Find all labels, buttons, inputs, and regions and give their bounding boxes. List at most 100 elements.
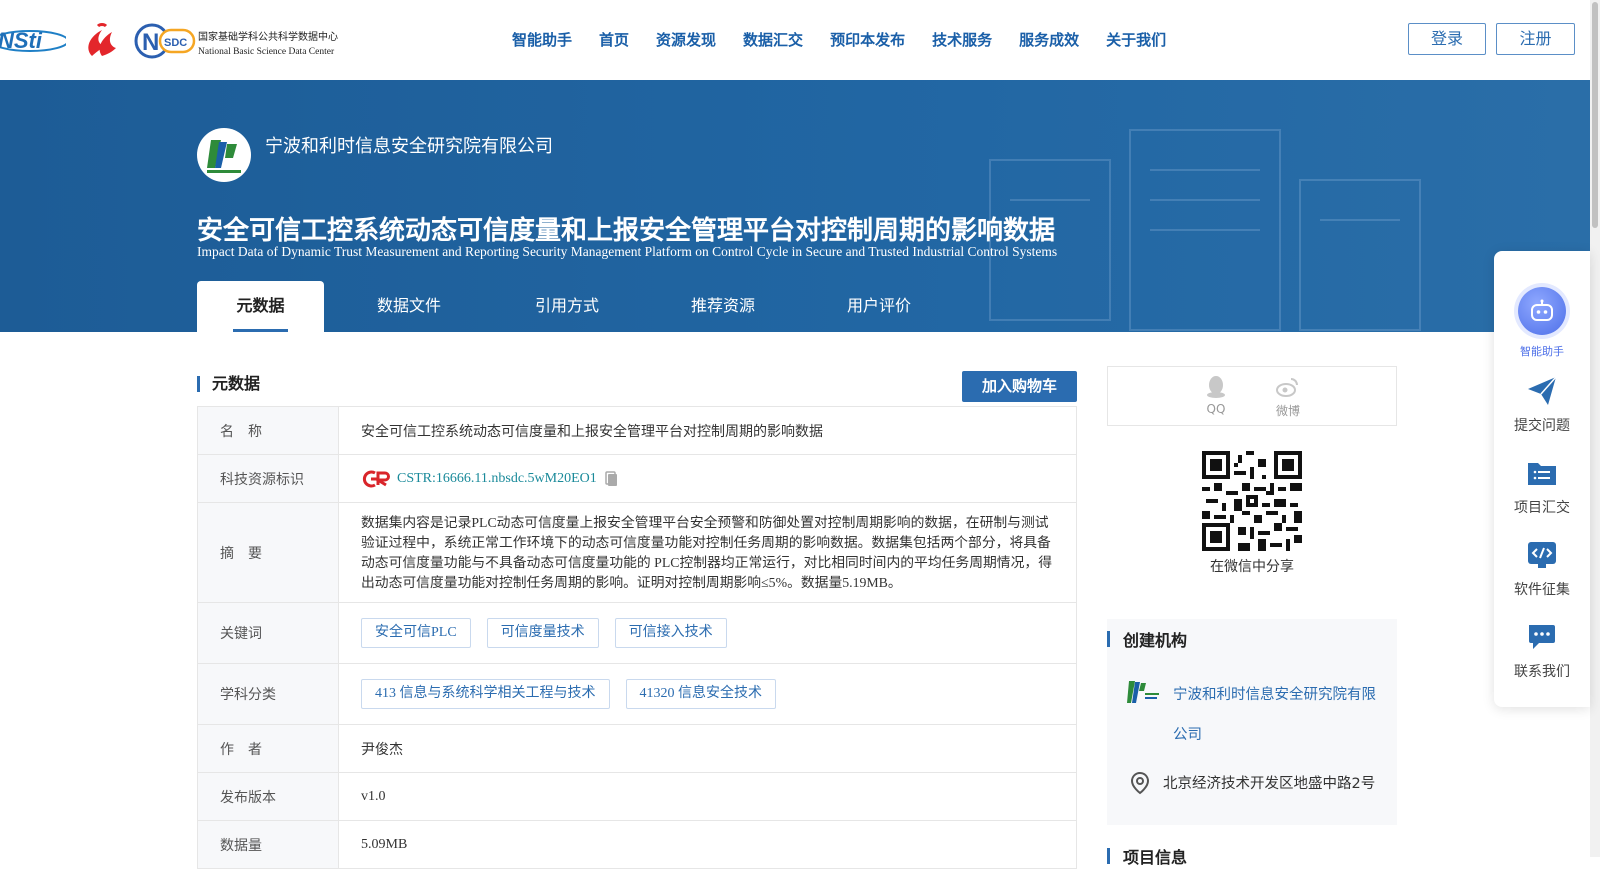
metadata-table: 名 称 安全可信工控系统动态可信度量和上报安全管理平台对控制周期的影响数据 科技…: [197, 406, 1077, 869]
nav-resource-discovery[interactable]: 资源发现: [656, 28, 716, 52]
share-weibo-label: 微博: [1275, 404, 1300, 418]
org-address: 北京经济技术开发区地盛中路2号: [1163, 776, 1376, 792]
keyword-tag[interactable]: 可信度量技术: [486, 618, 599, 648]
row-value-author: 尹俊杰: [361, 742, 403, 758]
nav-tech-service[interactable]: 技术服务: [932, 28, 992, 52]
org-card-title: 创建机构: [1123, 631, 1188, 650]
cstr-link[interactable]: CSTR:16666.11.nbsdc.5wM20EO1: [397, 471, 597, 487]
nav-preprint[interactable]: 预印本发布: [830, 28, 905, 52]
code-icon: [1528, 542, 1556, 568]
row-label-version: 发布版本: [198, 773, 339, 820]
nav-service-results[interactable]: 服务成效: [1019, 28, 1079, 52]
login-button[interactable]: 登录: [1408, 23, 1486, 55]
weibo-icon: [1276, 378, 1298, 397]
paper-plane-icon: [1528, 376, 1557, 405]
table-row: 学科分类 413 信息与系统科学相关工程与技术 41320 信息安全技术: [198, 664, 1076, 725]
nav-about[interactable]: 关于我们: [1106, 28, 1166, 52]
row-value-subject: 413 信息与系统科学相关工程与技术 41320 信息安全技术: [339, 664, 1076, 724]
row-value-cstr: CSTR:16666.11.nbsdc.5wM20EO1: [339, 455, 1076, 502]
org-link[interactable]: 宁波和利时信息安全研究院有限公司: [1173, 675, 1383, 755]
nsdc-cn-text: 国家基础学科公共科学数据中心: [198, 30, 338, 43]
row-label-size: 数据量: [198, 821, 339, 868]
section-accent-bar: [1107, 848, 1110, 864]
table-row: 数据量 5.09MB: [198, 821, 1076, 869]
tab-recommended[interactable]: 推荐资源: [640, 281, 806, 332]
row-value-name: 安全可信工控系统动态可信度量和上报安全管理平台对控制周期的影响数据: [361, 424, 823, 440]
copy-icon[interactable]: [603, 470, 621, 488]
nsdc-badge-text: SDC: [164, 37, 187, 49]
tab-user-reviews[interactable]: 用户评价: [806, 281, 952, 332]
add-to-cart-button[interactable]: 加入购物车: [962, 371, 1077, 402]
top-header: NSti N SDC 国家基础学科公共科学数据中心 National Basic…: [0, 0, 1600, 80]
creator-org-card: 创建机构 宁波和利时信息安全研究院有限公司 北京经济技术开发区地盛中路2号: [1107, 619, 1397, 825]
share-box: QQ 微博: [1107, 366, 1397, 426]
keyword-tag[interactable]: 安全可信PLC: [361, 618, 471, 648]
org-logo: [197, 128, 251, 182]
nsdc-logo[interactable]: N SDC 国家基础学科公共科学数据中心 National Basic Scie…: [134, 22, 350, 60]
main-nav: 智能助手 首页 资源发现 数据汇交 预印本发布 技术服务 服务成效 关于我们: [512, 28, 1193, 52]
tab-metadata[interactable]: 元数据: [197, 281, 324, 332]
nsti-logo[interactable]: NSti: [0, 26, 66, 56]
detail-tabs: 元数据 数据文件 引用方式 推荐资源 用户评价: [197, 281, 952, 332]
dataset-banner: 宁波和利时信息安全研究院有限公司 安全可信工控系统动态可信度量和上报安全管理平台…: [0, 80, 1590, 332]
row-label-subject: 学科分类: [198, 664, 339, 724]
flame-logo[interactable]: [82, 22, 120, 58]
table-row: 发布版本 v1.0: [198, 773, 1076, 821]
section-title: 元数据: [212, 374, 261, 393]
tab-citation[interactable]: 引用方式: [494, 281, 640, 332]
software-collection-label: 软件征集: [1514, 582, 1570, 598]
wechat-qr-code: [1202, 451, 1302, 551]
row-label-keywords: 关键词: [198, 603, 339, 663]
folder-list-icon: [1528, 463, 1556, 485]
project-info-title: 项目信息: [1123, 848, 1188, 867]
ai-assistant-button[interactable]: 智能助手: [1494, 287, 1590, 359]
nav-home[interactable]: 首页: [599, 28, 629, 52]
row-label-name: 名 称: [198, 407, 339, 454]
subject-tag[interactable]: 41320 信息安全技术: [625, 679, 776, 709]
ai-assistant-label: 智能助手: [1520, 345, 1564, 358]
table-row: 关键词 安全可信PLC 可信度量技术 可信接入技术: [198, 603, 1076, 664]
submit-question-label: 提交问题: [1514, 418, 1570, 434]
floating-tool-panel: 智能助手 提交问题 项目汇交 软件征集 联系我们: [1494, 251, 1590, 707]
nsti-logo-text: NSti: [0, 28, 43, 53]
share-qq[interactable]: QQ: [1196, 375, 1236, 416]
row-label-abstract: 摘 要: [198, 503, 339, 602]
project-submission-button[interactable]: 项目汇交: [1494, 457, 1590, 517]
row-value-version: v1.0: [361, 788, 386, 804]
svg-text:N: N: [142, 29, 159, 56]
row-value-abstract: 数据集内容是记录PLC动态可信度量上报安全管理平台安全预警和防御处置对控制周期影…: [361, 514, 1052, 590]
cstr-logo-icon: [362, 470, 390, 487]
location-pin-icon: [1130, 771, 1150, 795]
dataset-title-cn: 安全可信工控系统动态可信度量和上报安全管理平台对控制周期的影响数据: [197, 216, 1056, 246]
submit-question-button[interactable]: 提交问题: [1494, 375, 1590, 435]
row-value-size: 5.09MB: [361, 836, 408, 852]
section-accent-bar: [1107, 631, 1110, 647]
table-row: 作 者 尹俊杰: [198, 725, 1076, 773]
chat-bubble-icon: [1529, 625, 1555, 649]
subject-tag[interactable]: 413 信息与系统科学相关工程与技术: [361, 679, 610, 709]
share-weibo[interactable]: 微博: [1268, 375, 1308, 419]
register-button[interactable]: 注册: [1496, 23, 1575, 55]
table-row: 摘 要 数据集内容是记录PLC动态可信度量上报安全管理平台安全预警和防御处置对控…: [198, 503, 1076, 603]
section-accent-bar: [197, 376, 200, 392]
qr-caption: 在微信中分享: [1210, 559, 1294, 575]
software-collection-button[interactable]: 软件征集: [1494, 539, 1590, 599]
row-label-author: 作 者: [198, 725, 339, 772]
scrollbar-thumb[interactable]: [1592, 2, 1598, 228]
nav-ai-assistant[interactable]: 智能助手: [512, 28, 572, 52]
nav-data-submission[interactable]: 数据汇交: [743, 28, 803, 52]
share-qq-label: QQ: [1206, 402, 1226, 416]
row-value-keywords: 安全可信PLC 可信度量技术 可信接入技术: [339, 603, 1076, 663]
tab-data-files[interactable]: 数据文件: [324, 281, 494, 332]
qq-icon: [1207, 376, 1225, 398]
contact-us-label: 联系我们: [1514, 664, 1570, 680]
project-submission-label: 项目汇交: [1514, 500, 1570, 516]
contact-us-button[interactable]: 联系我们: [1494, 621, 1590, 681]
keyword-tag[interactable]: 可信接入技术: [614, 618, 727, 648]
org-name[interactable]: 宁波和利时信息安全研究院有限公司: [265, 132, 553, 158]
table-row: 名 称 安全可信工控系统动态可信度量和上报安全管理平台对控制周期的影响数据: [198, 407, 1076, 455]
table-row: 科技资源标识 CSTR:16666.11.nbsdc.5wM20EO1: [198, 455, 1076, 503]
nsdc-en-text: National Basic Science Data Center: [198, 47, 335, 57]
dataset-title-en: Impact Data of Dynamic Trust Measurement…: [197, 244, 1058, 259]
robot-icon: [1518, 287, 1566, 335]
